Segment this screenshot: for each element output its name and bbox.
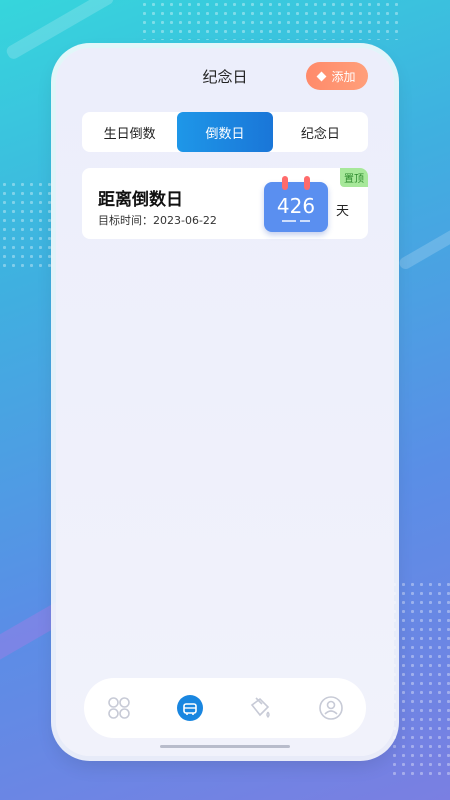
add-button-label: 添加: [331, 69, 356, 84]
calendar-ring: [304, 176, 310, 190]
tab-bar: 生日倒数 倒数日 纪念日: [82, 112, 368, 152]
calendar-ring: [282, 176, 288, 190]
diamond-icon: [317, 71, 327, 81]
phone-frame: 纪念日 添加 生日倒数 倒数日 纪念日 距离倒数日 目标时间：2023-06-2…: [56, 48, 394, 756]
nav-theme[interactable]: [242, 690, 278, 726]
nav-profile[interactable]: [313, 690, 349, 726]
card-title: 距离倒数日: [98, 190, 183, 210]
bottom-nav: [84, 678, 366, 738]
background-stripe: [397, 220, 450, 272]
add-button[interactable]: 添加: [306, 62, 368, 90]
tab-countdown-day[interactable]: 倒数日: [177, 112, 273, 152]
nav-home[interactable]: [101, 690, 137, 726]
background-dots: [140, 0, 400, 40]
tab-anniversary[interactable]: 纪念日: [273, 112, 368, 152]
calendar-line: [300, 220, 310, 222]
target-time-label: 目标时间：: [98, 214, 153, 227]
days-count: 426: [276, 194, 316, 218]
tab-birthday-countdown[interactable]: 生日倒数: [82, 112, 177, 152]
background-dots: [390, 580, 450, 780]
grid-icon: [108, 697, 131, 719]
paint-bucket-icon: [251, 697, 270, 718]
card-target-time: 目标时间：2023-06-22: [98, 212, 217, 228]
days-unit: 天: [336, 204, 350, 219]
home-indicator: [160, 745, 290, 748]
app-screen: 纪念日 添加 生日倒数 倒数日 纪念日 距离倒数日 目标时间：2023-06-2…: [56, 48, 394, 756]
profile-icon: [318, 696, 343, 720]
background-dots: [0, 180, 60, 270]
nav-countdown[interactable]: [172, 690, 208, 726]
countdown-card[interactable]: 距离倒数日 目标时间：2023-06-22 426 天 置顶: [82, 168, 368, 239]
calendar-icon: [176, 695, 203, 721]
pinned-badge: 置顶: [340, 168, 368, 187]
calendar-icon: 426: [264, 176, 328, 232]
target-date: 2023-06-22: [153, 214, 217, 227]
calendar-line: [282, 220, 296, 222]
